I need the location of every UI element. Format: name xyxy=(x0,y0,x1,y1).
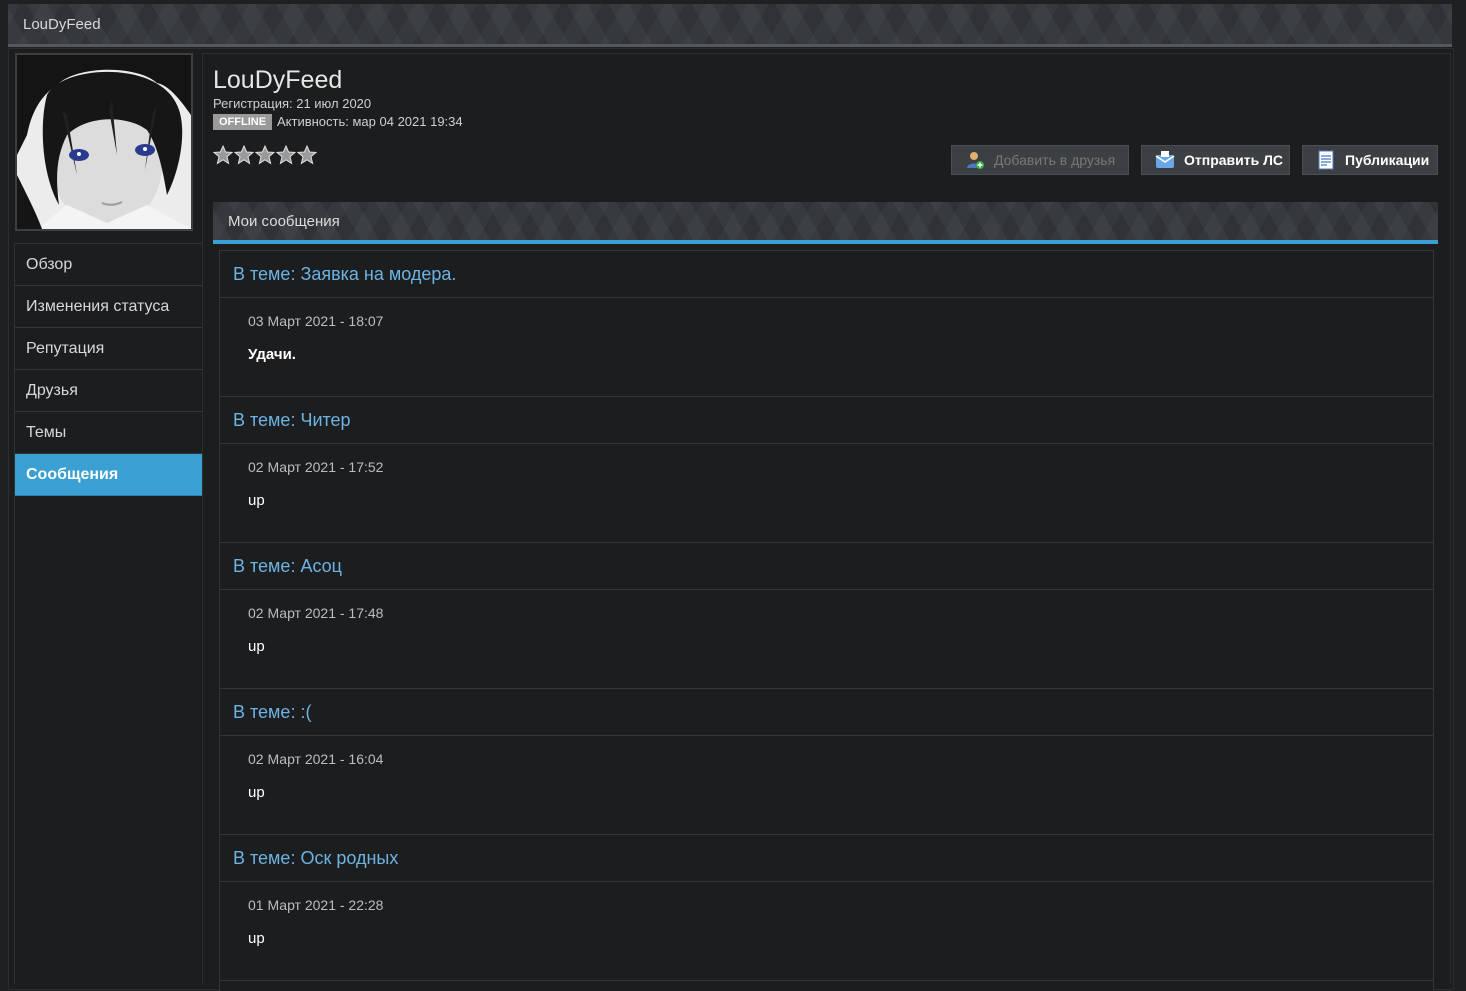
avatar xyxy=(15,53,193,231)
post-topic-link[interactable]: В теме: Оск родных xyxy=(220,835,1433,882)
publications-button[interactable]: Публикации xyxy=(1302,145,1438,175)
send-pm-button[interactable]: Отправить ЛС xyxy=(1141,145,1290,175)
post-topic-link[interactable]: В теме: Асоц xyxy=(220,543,1433,590)
post-item: В теме: Асоц 02 Март 2021 - 17:48 up xyxy=(220,543,1433,689)
document-icon xyxy=(1318,150,1334,170)
post-item: В теме: Читер 02 Март 2021 - 17:52 up xyxy=(220,397,1433,543)
add-friend-label: Добавить в друзья xyxy=(994,152,1116,168)
post-topic-link[interactable]: В теме: Заявка на модера. xyxy=(220,251,1433,298)
post-date: 02 Март 2021 - 17:48 xyxy=(248,605,384,621)
sidebar-item-status-changes[interactable]: Изменения статуса xyxy=(15,286,204,328)
sidebar-item-messages[interactable]: Сообщения xyxy=(15,454,208,496)
post-item: В теме: Оск родных 01 Март 2021 - 22:28 … xyxy=(220,835,1433,981)
add-friend-button[interactable]: Добавить в друзья xyxy=(951,145,1129,175)
last-activity: Активность: мар 04 2021 19:34 xyxy=(277,114,463,129)
star-icon xyxy=(255,145,275,165)
post-date: 02 Март 2021 - 17:52 xyxy=(248,459,384,475)
post-date: 01 Март 2021 - 22:28 xyxy=(248,897,384,913)
section-title: Мои сообщения xyxy=(228,213,340,230)
profile-username: LouDyFeed xyxy=(213,66,343,94)
star-icon xyxy=(276,145,296,165)
top-bar: LouDyFeed xyxy=(8,4,1452,47)
post-text: up xyxy=(248,638,265,655)
post-item: В теме: :( 02 Март 2021 - 16:04 up xyxy=(220,689,1433,835)
registration-date: Регистрация: 21 июл 2020 xyxy=(213,96,372,111)
publications-label: Публикации xyxy=(1345,152,1430,168)
post-topic-link[interactable]: В теме: :( xyxy=(220,689,1433,736)
post-text: Удачи. xyxy=(248,346,296,363)
post-text: up xyxy=(248,492,265,509)
star-icon xyxy=(297,145,317,165)
sidebar-item-overview[interactable]: Обзор xyxy=(15,244,204,286)
add-friend-icon xyxy=(967,152,984,169)
send-pm-label: Отправить ЛС xyxy=(1184,152,1284,168)
star-icon xyxy=(213,145,233,165)
sidebar-item-topics[interactable]: Темы xyxy=(15,412,204,454)
post-date: 03 Март 2021 - 18:07 xyxy=(248,313,384,329)
profile-sidebar: Обзор Изменения статуса Репутация Друзья… xyxy=(14,243,208,984)
post-date: 02 Март 2021 - 16:04 xyxy=(248,751,384,767)
section-header: Мои сообщения xyxy=(213,202,1438,244)
post-text: up xyxy=(248,930,265,947)
sidebar-item-reputation[interactable]: Репутация xyxy=(15,328,204,370)
posts-list: В теме: Заявка на модера. 03 Март 2021 -… xyxy=(219,250,1434,991)
post-text: up xyxy=(248,784,265,801)
status-badge: OFFLINE xyxy=(213,114,273,130)
rating-stars xyxy=(213,145,317,165)
window-title: LouDyFeed xyxy=(23,16,101,33)
post-topic-link[interactable]: В теме: Читер xyxy=(220,397,1433,444)
envelope-icon xyxy=(1155,151,1175,168)
post-item: В теме: Заявка на модера. 03 Март 2021 -… xyxy=(220,251,1433,397)
sidebar-item-friends[interactable]: Друзья xyxy=(15,370,204,412)
star-icon xyxy=(234,145,254,165)
